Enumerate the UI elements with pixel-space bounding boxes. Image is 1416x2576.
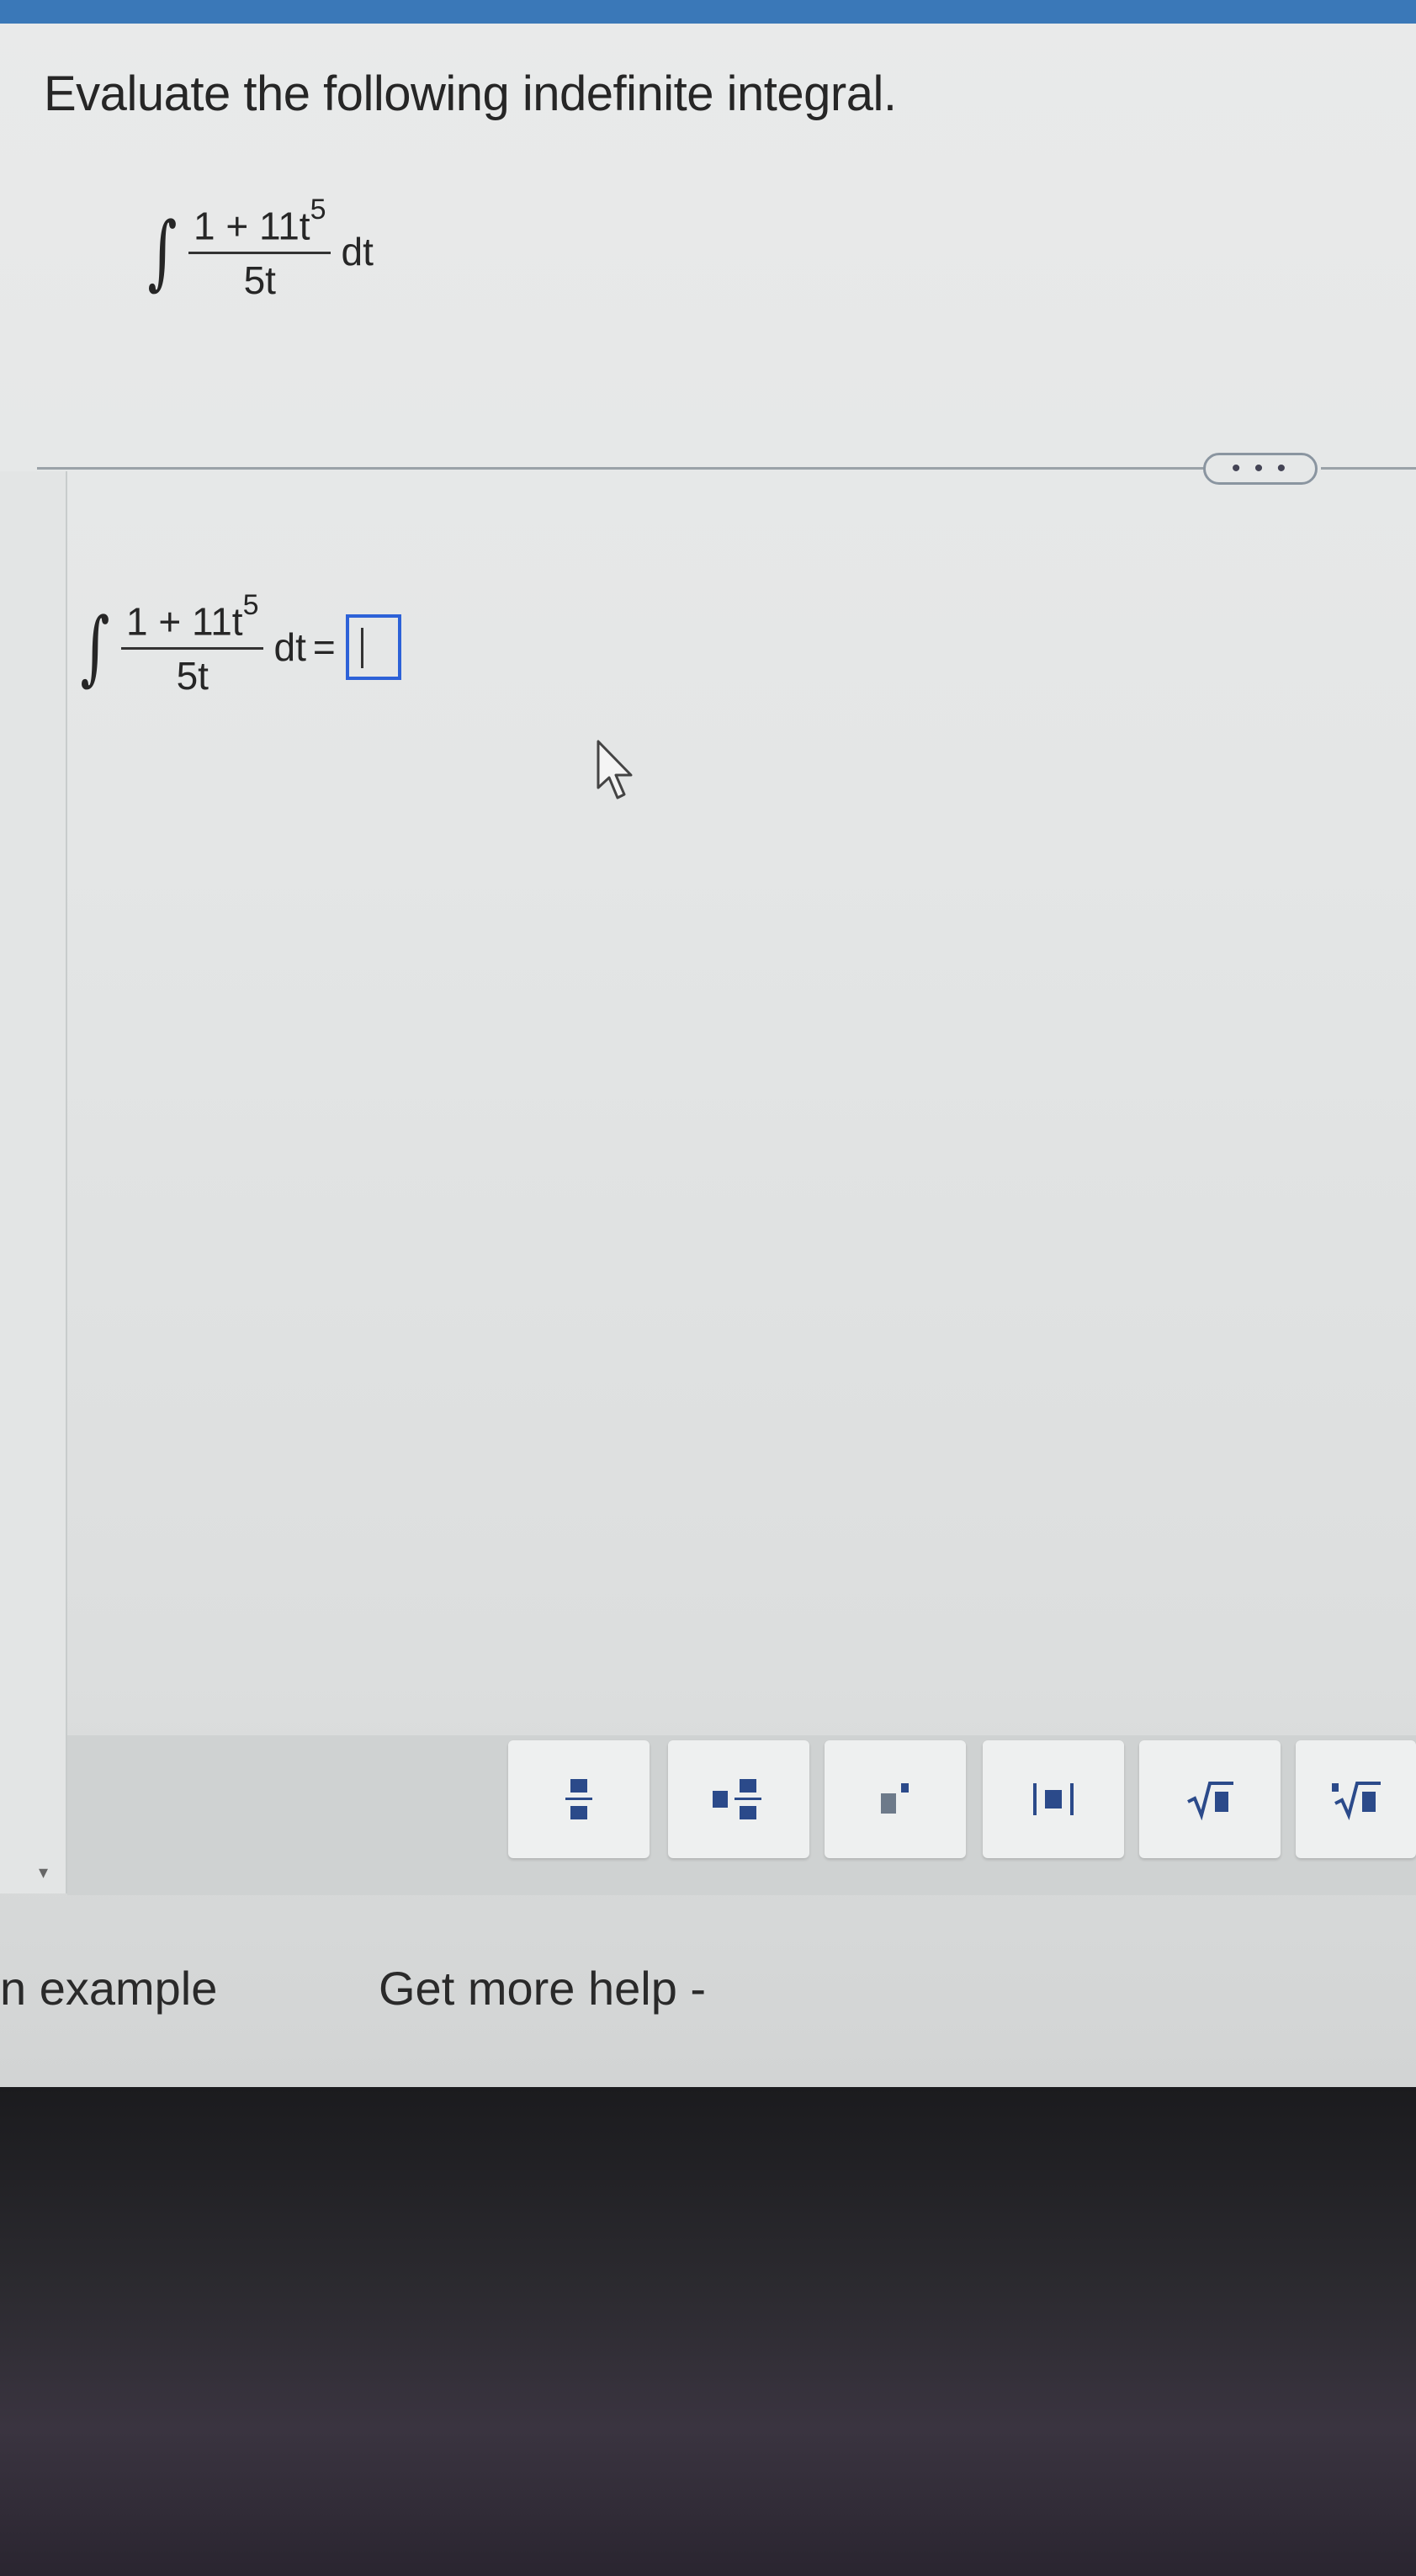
nth-root-icon: [1331, 1782, 1381, 1820]
differential: dt: [273, 625, 306, 670]
differential: dt: [341, 230, 374, 274]
integrand-denominator: 5t: [243, 258, 276, 303]
numerator-base: 1 + 11t: [126, 599, 243, 644]
fraction-icon: [565, 1779, 592, 1819]
answer-input[interactable]: [345, 614, 401, 681]
app-screen: Evaluate the following indefinite integr…: [0, 0, 1416, 2087]
text-caret: [360, 628, 363, 669]
nth-root-button[interactable]: [1296, 1740, 1416, 1858]
integral-sign: ∫: [80, 600, 110, 695]
numerator-exponent: 5: [310, 194, 326, 226]
equals-sign: =: [312, 625, 336, 670]
integral-sign: ∫: [147, 204, 178, 300]
answer-integral: ∫ 1 + 11t5 5t dt =: [74, 589, 401, 698]
section-divider-right: [1321, 467, 1416, 470]
monitor-bezel: [0, 2087, 1416, 2576]
integrand-numerator: 1 + 11t5: [188, 194, 331, 255]
numerator-base: 1 + 11t: [194, 204, 310, 248]
exponent-icon: [881, 1783, 909, 1814]
square-root-icon: [1187, 1782, 1233, 1820]
section-divider: [37, 467, 1215, 470]
given-integral: ∫ 1 + 11t5 5t dt: [141, 194, 374, 303]
numerator-exponent: 5: [242, 589, 259, 621]
absolute-value-icon: [1033, 1783, 1074, 1815]
collapse-arrow-icon[interactable]: ▾: [39, 1862, 48, 1883]
view-example-link[interactable]: n example: [0, 1961, 217, 2016]
mixed-number-button[interactable]: [668, 1740, 809, 1858]
integrand-fraction: 1 + 11t5 5t: [188, 194, 331, 303]
exponent-button[interactable]: [825, 1740, 966, 1858]
question-prompt: Evaluate the following indefinite integr…: [44, 66, 897, 121]
more-options-button[interactable]: • • •: [1203, 453, 1318, 485]
integrand-fraction: 1 + 11t5 5t: [121, 589, 264, 698]
absolute-value-button[interactable]: [983, 1740, 1124, 1858]
fraction-button[interactable]: [508, 1740, 650, 1858]
get-more-help-link[interactable]: Get more help -: [379, 1961, 706, 2016]
left-rail: [0, 471, 67, 1893]
mouse-pointer-icon: [597, 740, 633, 799]
mixed-number-icon: [713, 1779, 761, 1819]
square-root-button[interactable]: [1139, 1740, 1281, 1858]
integrand-numerator: 1 + 11t5: [121, 589, 264, 651]
integrand-denominator: 5t: [176, 654, 209, 698]
header-bar: [0, 0, 1416, 24]
